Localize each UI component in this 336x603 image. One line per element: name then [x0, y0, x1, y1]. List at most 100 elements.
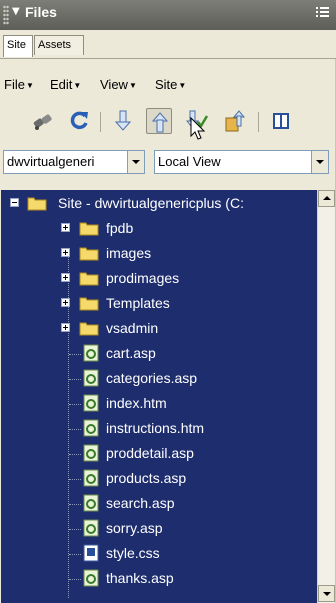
- tree-root-row[interactable]: Site - dwvirtualgenericplus (C:: [1, 193, 317, 215]
- panel-options-icon[interactable]: [314, 4, 332, 20]
- menu-bar: File▼ Edit▼ View▼ Site▼: [0, 72, 336, 94]
- expand-icon[interactable]: [61, 273, 70, 282]
- menu-caret-icon: ▼: [128, 81, 137, 90]
- tree-file-row[interactable]: cart.asp: [1, 343, 317, 365]
- file-tree[interactable]: Site - dwvirtualgenericplus (C: fpdb ima…: [1, 190, 317, 603]
- tree-connector-line: [69, 379, 81, 380]
- panel-title[interactable]: Files: [25, 4, 57, 20]
- file-label: instructions.htm: [106, 420, 205, 436]
- file-label: cart.asp: [106, 345, 156, 361]
- tree-file-row[interactable]: thanks.asp: [1, 568, 317, 590]
- check-in-button[interactable]: [222, 108, 248, 134]
- folder-label: images: [106, 245, 152, 261]
- put-files-button[interactable]: [146, 108, 172, 134]
- expand-icon[interactable]: [61, 223, 70, 232]
- files-toolbar: [0, 104, 336, 136]
- file-label: style.css: [106, 545, 160, 561]
- asp-file-icon: [83, 369, 99, 387]
- file-label: search.asp: [106, 495, 175, 511]
- expand-icon[interactable]: [61, 323, 70, 332]
- tree-file-row[interactable]: index.htm: [1, 393, 317, 415]
- collapse-arrow-icon[interactable]: ▼: [12, 6, 20, 17]
- file-label: categories.asp: [106, 370, 198, 386]
- connect-icon: [33, 114, 52, 130]
- asp-file-icon: [83, 444, 99, 462]
- scroll-up-icon[interactable]: [318, 190, 335, 207]
- menu-view[interactable]: View▼: [100, 77, 137, 92]
- file-label: products.asp: [106, 470, 187, 486]
- tree-scrollbar[interactable]: [317, 190, 335, 603]
- tree-connector-line: [69, 479, 81, 480]
- folder-icon: [79, 247, 99, 261]
- folder-label: prodimages: [106, 270, 180, 286]
- tree-file-row[interactable]: sorry.asp: [1, 518, 317, 540]
- menu-site[interactable]: Site▼: [155, 77, 186, 92]
- htm-file-icon: [83, 394, 99, 412]
- folder-label: vsadmin: [106, 320, 159, 336]
- expand-button[interactable]: [268, 108, 294, 134]
- folder-icon: [79, 322, 99, 336]
- tree-connector-line: [69, 454, 81, 455]
- file-label: sorry.asp: [106, 520, 163, 536]
- tree-file-row[interactable]: categories.asp: [1, 368, 317, 390]
- drag-grip-icon[interactable]: [3, 5, 9, 25]
- tab-assets[interactable]: Assets: [34, 35, 84, 55]
- tree-file-row[interactable]: style.css: [1, 543, 317, 565]
- panel-titlebar[interactable]: ▼ Files: [0, 0, 336, 30]
- file-label: proddetail.asp: [106, 445, 194, 461]
- view-select[interactable]: Local View: [154, 150, 329, 174]
- refresh-icon: [70, 111, 88, 130]
- asp-file-icon: [83, 519, 99, 537]
- tree-file-row[interactable]: products.asp: [1, 468, 317, 490]
- css-file-icon: [83, 544, 99, 562]
- tree-folder-row[interactable]: Templates: [1, 293, 317, 315]
- menu-file[interactable]: File▼: [4, 77, 34, 92]
- folder-label: fpdb: [106, 220, 134, 236]
- folder-icon: [79, 222, 99, 236]
- collapse-icon[interactable]: [10, 198, 19, 207]
- view-select-dropdown-icon[interactable]: [311, 151, 328, 173]
- tab-site[interactable]: Site: [3, 35, 33, 57]
- tree-root-label: Site - dwvirtualgenericplus (C:: [58, 195, 244, 211]
- tree-connector-line: [69, 554, 81, 555]
- connect-button[interactable]: [30, 108, 56, 134]
- folder-label: Templates: [106, 295, 170, 311]
- htm-file-icon: [83, 419, 99, 437]
- expand-icon[interactable]: [61, 298, 70, 307]
- tree-file-row[interactable]: instructions.htm: [1, 418, 317, 440]
- toolbar-separator: [100, 112, 101, 132]
- asp-file-icon: [83, 569, 99, 587]
- asp-file-icon: [83, 469, 99, 487]
- asp-file-icon: [83, 344, 99, 362]
- tree-connector-line: [69, 529, 81, 530]
- refresh-button[interactable]: [66, 108, 92, 134]
- tree-connector-line: [69, 354, 81, 355]
- mouse-pointer-icon: [190, 117, 206, 140]
- tree-file-row[interactable]: proddetail.asp: [1, 443, 317, 465]
- file-label: index.htm: [106, 395, 167, 411]
- check-in-icon: [225, 110, 246, 132]
- tree-connector-line: [69, 429, 81, 430]
- menu-caret-icon: ▼: [25, 81, 34, 90]
- site-select[interactable]: dwvirtualgeneri: [3, 150, 145, 174]
- tree-folder-row[interactable]: images: [1, 243, 317, 265]
- tree-folder-row[interactable]: prodimages: [1, 268, 317, 290]
- tree-connector-line: [69, 579, 81, 580]
- tree-folder-row[interactable]: fpdb: [1, 218, 317, 240]
- folder-icon: [79, 297, 99, 311]
- menu-edit[interactable]: Edit▼: [50, 77, 81, 92]
- get-files-icon: [114, 110, 132, 131]
- get-files-button[interactable]: [110, 108, 136, 134]
- tree-folder-row[interactable]: vsadmin: [1, 318, 317, 340]
- tab-strip: Site Assets: [0, 30, 336, 59]
- tree-file-row[interactable]: search.asp: [1, 493, 317, 515]
- scroll-down-icon[interactable]: [318, 585, 335, 602]
- files-panel: ▼ Files Site Assets File▼ Edit▼ View▼ Si…: [0, 0, 336, 603]
- file-label: thanks.asp: [106, 570, 174, 586]
- menu-caret-icon: ▼: [73, 81, 82, 90]
- expand-icon: [273, 113, 289, 129]
- site-select-dropdown-icon[interactable]: [127, 151, 144, 173]
- expand-icon[interactable]: [61, 248, 70, 257]
- toolbar-separator: [258, 112, 259, 132]
- tree-connector-line: [69, 404, 81, 405]
